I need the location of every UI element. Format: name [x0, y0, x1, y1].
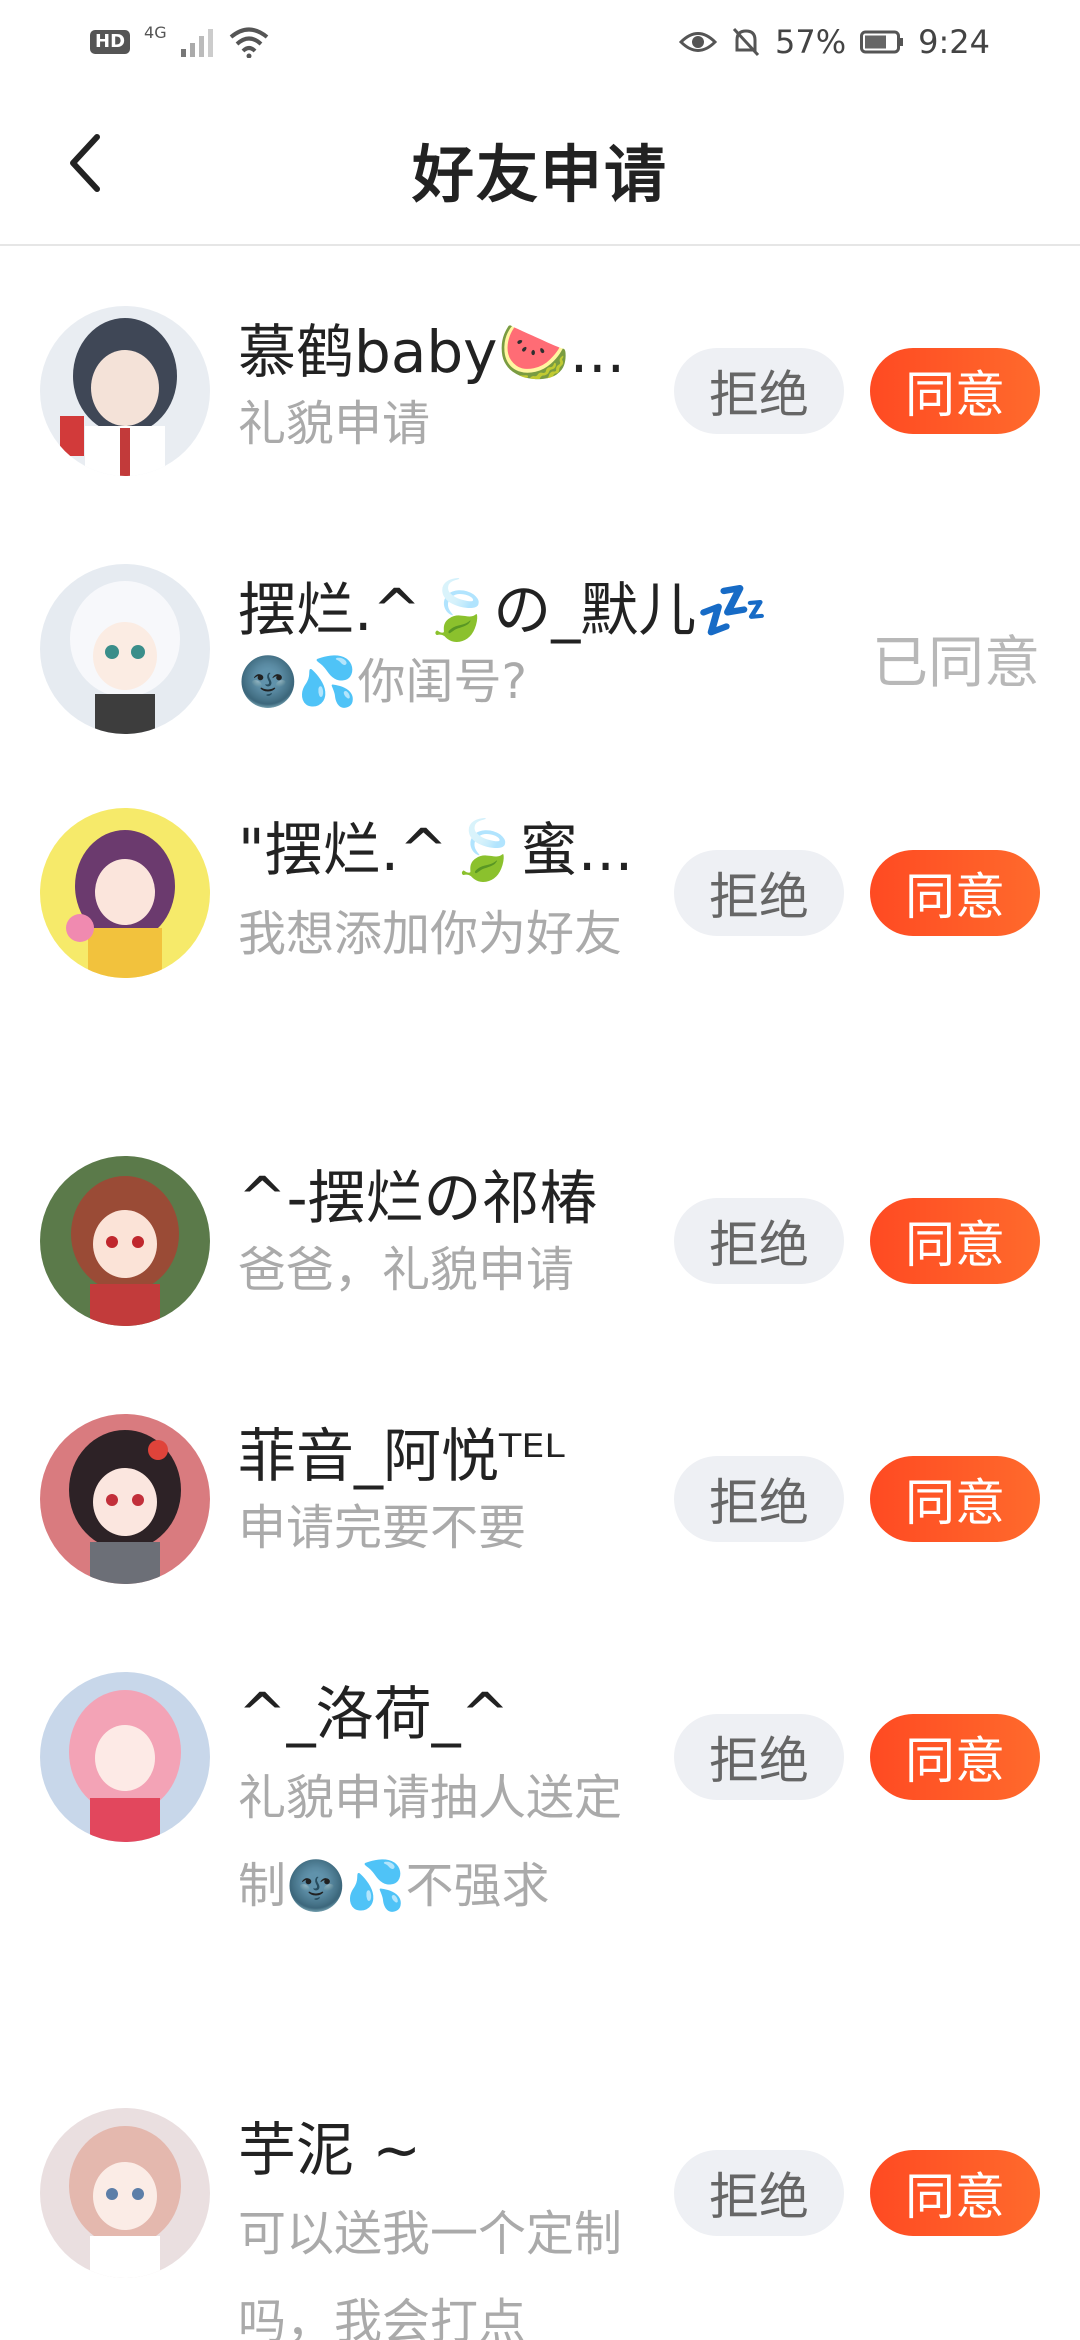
avatar[interactable] — [40, 1414, 210, 1584]
clock: 9:24 — [918, 23, 990, 61]
request-text: 菲音_阿悦ᵀᴱᴸ 申请完要不要 — [238, 1416, 638, 1560]
request-message: 申请完要不要 — [238, 1500, 527, 1556]
avatar[interactable] — [40, 1672, 210, 1842]
request-message: 可以送我一个定制吗，我会打点 — [238, 2206, 623, 2340]
request-message: 爸爸，礼貌申请 — [238, 1242, 575, 1298]
request-item[interactable]: 慕鹤baby🍉... 礼貌申请 拒绝 同意 — [0, 248, 1080, 506]
request-item[interactable]: "摆烂.^🍃蜜... 我想添加你为好友 拒绝 同意 — [0, 764, 1080, 1112]
request-item[interactable]: ^_洛荷_^ 礼貌申请抽人送定制🌚💦不强求 拒绝 同意 — [0, 1628, 1080, 2064]
accepted-status: 已同意 — [872, 631, 1040, 696]
accept-button[interactable]: 同意 — [870, 348, 1040, 434]
requester-name: 菲音_阿悦ᵀᴱᴸ — [238, 1422, 565, 1490]
signal-icon — [180, 29, 213, 57]
request-message: 🌚💦你闺号? — [238, 654, 528, 710]
request-text: 慕鹤baby🍉... 礼貌申请 — [238, 312, 638, 456]
request-text: "摆烂.^🍃蜜... 我想添加你为好友 — [238, 810, 638, 978]
requester-name: "摆烂.^🍃蜜... — [238, 816, 634, 884]
reject-button[interactable]: 拒绝 — [674, 2150, 844, 2236]
request-text: ^-摆烂の祁椿 爸爸，礼貌申请 — [238, 1158, 638, 1302]
request-message: 礼貌申请 — [238, 396, 431, 452]
request-item[interactable]: 芋泥 ~ 可以送我一个定制吗，我会打点 拒绝 同意 — [0, 2064, 1080, 2340]
network-type: 4G — [144, 22, 167, 42]
friend-request-list: 慕鹤baby🍉... 礼貌申请 拒绝 同意 摆烂.^🍃の_默儿💤 🌚💦你闺号? … — [0, 248, 1080, 2340]
accept-button[interactable]: 同意 — [870, 1456, 1040, 1542]
request-message: 礼貌申请抽人送定制🌚💦不强求 — [238, 1770, 623, 1914]
request-item[interactable]: ^-摆烂の祁椿 爸爸，礼貌申请 拒绝 同意 — [0, 1112, 1080, 1370]
reject-button[interactable]: 拒绝 — [674, 850, 844, 936]
avatar[interactable] — [40, 2108, 210, 2278]
avatar[interactable] — [40, 1156, 210, 1326]
request-item[interactable]: 菲音_阿悦ᵀᴱᴸ 申请完要不要 拒绝 同意 — [0, 1370, 1080, 1628]
accept-button[interactable]: 同意 — [870, 1198, 1040, 1284]
reject-button[interactable]: 拒绝 — [674, 348, 844, 434]
wifi-icon — [229, 27, 268, 58]
request-message: 我想添加你为好友 — [238, 906, 623, 962]
accept-button[interactable]: 同意 — [870, 1714, 1040, 1800]
eye-comfort-icon — [679, 32, 718, 52]
hd-indicator: HD — [90, 30, 131, 54]
request-item[interactable]: 摆烂.^🍃の_默儿💤 🌚💦你闺号? 已同意 — [0, 506, 1080, 764]
status-bar: HD 4G 57% 9:24 — [0, 0, 1080, 84]
status-right: 57% 9:24 — [679, 23, 990, 61]
requester-name: ^_洛荷_^ — [238, 1680, 510, 1748]
title-bar: 好友申请 — [0, 84, 1080, 246]
accept-button[interactable]: 同意 — [870, 850, 1040, 936]
friend-requests-screen: HD 4G 57% 9:24 好友申请 慕鹤baby🍉... 礼貌申请 拒绝 同… — [0, 0, 1080, 2340]
accept-button[interactable]: 同意 — [870, 2150, 1040, 2236]
mute-bell-icon — [732, 27, 760, 57]
reject-button[interactable]: 拒绝 — [674, 1198, 844, 1284]
reject-button[interactable]: 拒绝 — [674, 1714, 844, 1800]
avatar[interactable] — [40, 808, 210, 978]
requester-name: 慕鹤baby🍉... — [238, 318, 626, 386]
requester-name: 摆烂.^🍃の_默儿💤 — [238, 576, 769, 644]
status-left: HD 4G — [90, 22, 269, 58]
battery-icon — [860, 30, 904, 54]
avatar[interactable] — [40, 306, 210, 476]
avatar[interactable] — [40, 564, 210, 734]
reject-button[interactable]: 拒绝 — [674, 1456, 844, 1542]
request-text: 芋泥 ~ 可以送我一个定制吗，我会打点 — [238, 2110, 638, 2340]
battery-percent: 57% — [775, 23, 847, 61]
request-text: ^_洛荷_^ 礼貌申请抽人送定制🌚💦不强求 — [238, 1674, 638, 1930]
requester-name: 芋泥 ~ — [238, 2116, 422, 2184]
page-title: 好友申请 — [411, 138, 668, 211]
request-text: 摆烂.^🍃の_默儿💤 🌚💦你闺号? — [238, 570, 798, 714]
requester-name: ^-摆烂の祁椿 — [238, 1164, 598, 1232]
